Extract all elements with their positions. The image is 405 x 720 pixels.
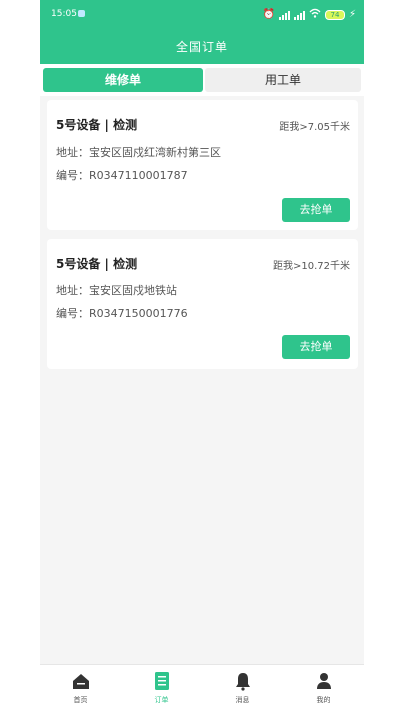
order-address: 地址：宝安区固戍地铁站 [56, 284, 177, 297]
order-list-icon [154, 672, 169, 690]
order-address: 地址：宝安区固戍红湾新村第三区 [56, 146, 221, 159]
wifi-icon [309, 8, 321, 22]
nav-profile[interactable]: 我的 [283, 671, 364, 705]
app-screen: 15:05 ⏰ 74 ⚡ 全国订单 维修单 用工单 5号设备 | 检测 距我>7… [40, 0, 364, 720]
order-card[interactable]: 5号设备 | 检测 距我>7.05千米 地址：宝安区固戍红湾新村第三区 编号：R… [47, 100, 358, 230]
tab-repair-orders[interactable]: 维修单 [43, 68, 203, 92]
order-distance: 距我>10.72千米 [272, 261, 350, 272]
status-icons: ⏰ 74 ⚡ [263, 8, 356, 22]
status-time: 15:05 [51, 9, 77, 19]
grab-order-button[interactable]: 去抢单 [282, 198, 350, 222]
battery-icon: 74 [324, 10, 345, 20]
nav-orders-label: 订单 [154, 696, 169, 704]
status-bar: 15:05 ⏰ 74 ⚡ [40, 0, 364, 28]
order-number: 编号：R0347150001776 [56, 307, 188, 320]
order-distance: 距我>7.05千米 [279, 122, 350, 133]
order-number: 编号：R0347110001787 [56, 169, 188, 182]
app-header: 15:05 ⏰ 74 ⚡ 全国订单 [40, 0, 364, 64]
notification-icon [78, 10, 85, 17]
signal-icon-2 [293, 10, 305, 20]
tab-labor-orders[interactable]: 用工单 [205, 68, 361, 92]
alarm-icon: ⏰ [262, 9, 275, 20]
nav-profile-label: 我的 [316, 696, 331, 704]
nav-messages[interactable]: 消息 [202, 671, 283, 705]
signal-icon [278, 10, 290, 20]
home-icon [72, 674, 89, 689]
bottom-navigation: 首页 订单 消息 我的 [40, 664, 364, 720]
order-type-tabs: 维修单 用工单 [40, 64, 364, 96]
nav-home-label: 首页 [73, 696, 88, 704]
page-title: 全国订单 [175, 40, 228, 54]
nav-messages-label: 消息 [235, 696, 250, 704]
bell-icon [235, 673, 250, 691]
nav-orders[interactable]: 订单 [121, 671, 202, 705]
user-icon [316, 673, 331, 689]
nav-home[interactable]: 首页 [40, 671, 121, 705]
order-title: 5号设备 | 检测 [56, 118, 138, 132]
order-card[interactable]: 5号设备 | 检测 距我>10.72千米 地址：宝安区固戍地铁站 编号：R034… [47, 239, 358, 369]
grab-order-button[interactable]: 去抢单 [282, 335, 350, 359]
order-title: 5号设备 | 检测 [56, 257, 138, 271]
charging-icon: ⚡ [348, 9, 356, 20]
